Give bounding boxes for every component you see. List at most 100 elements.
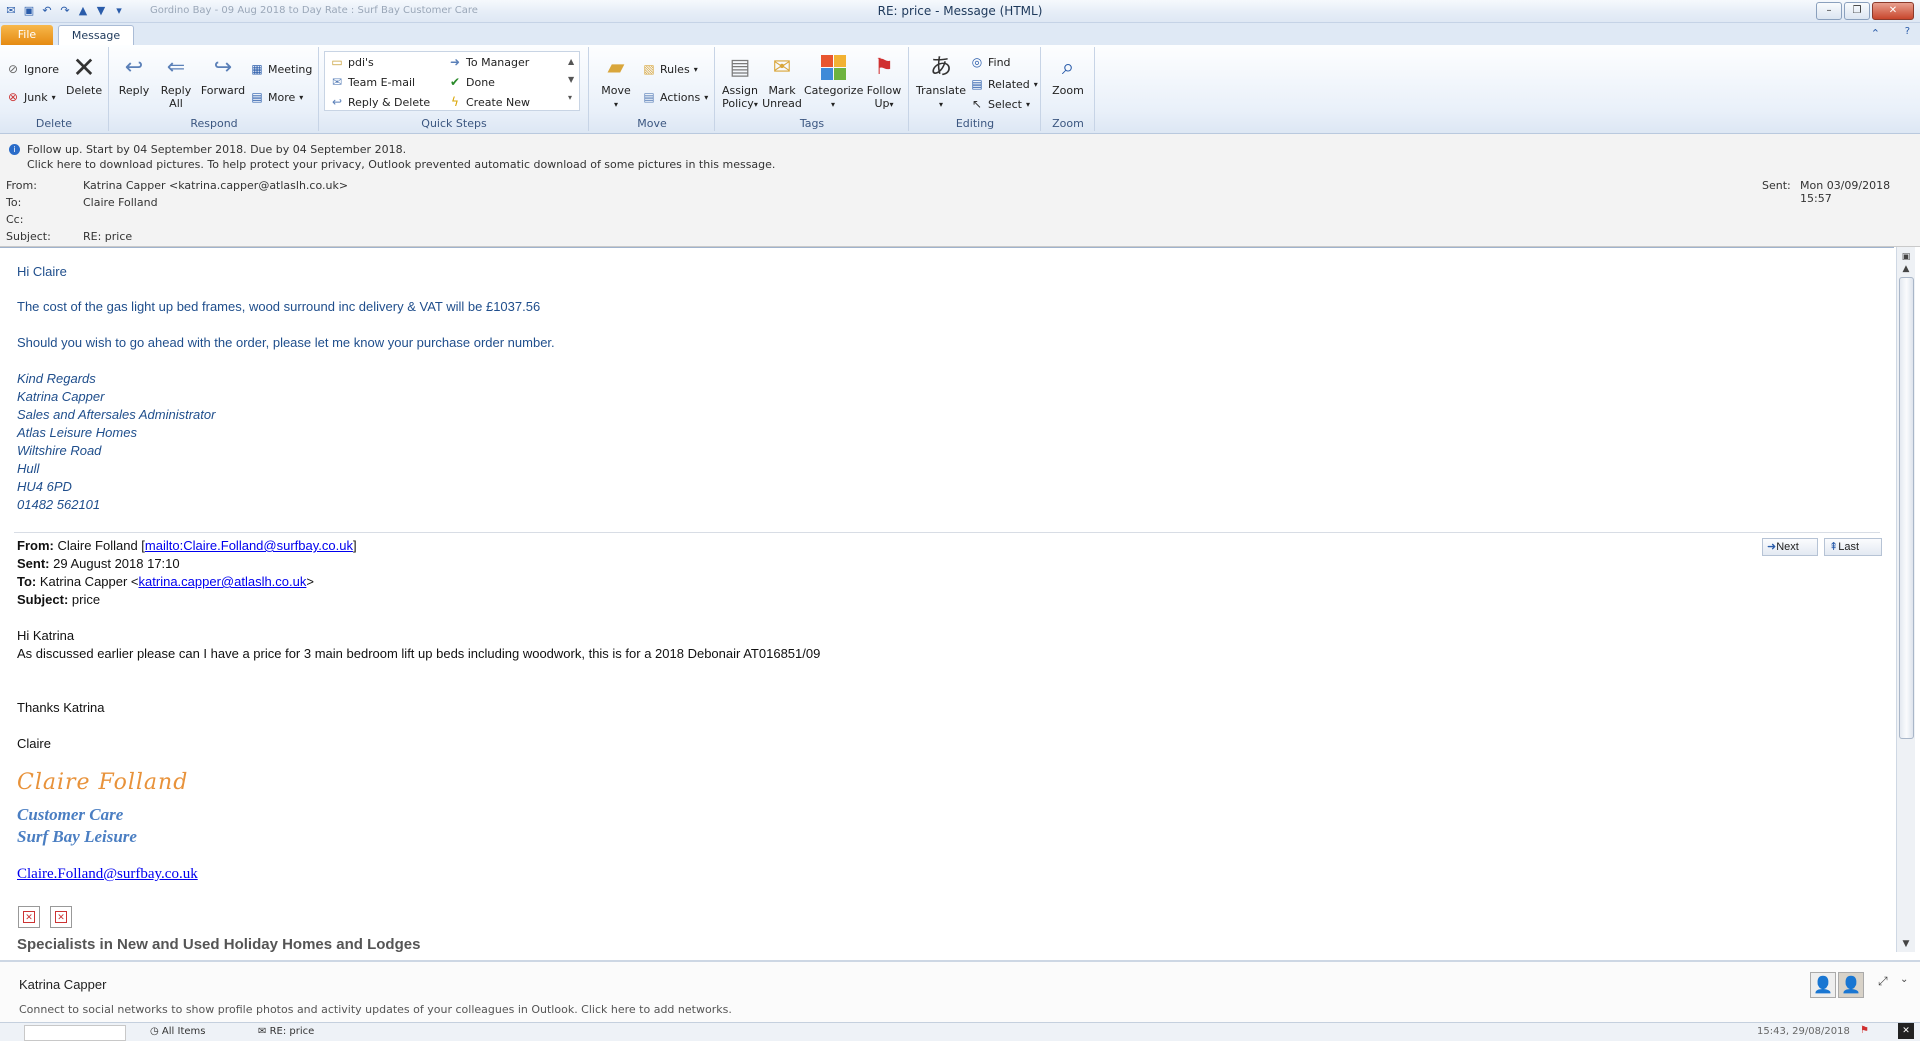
cursor-icon: ↖ — [971, 97, 983, 111]
group-zoom: ⌕ Zoom Zoom — [1042, 47, 1095, 131]
select-button[interactable]: ↖ Select ▾ — [970, 97, 1030, 111]
mark-unread-button[interactable]: ✉ Mark Unread — [762, 53, 802, 110]
magnifier-icon: ⌕ — [1061, 54, 1075, 80]
quoted-from-link[interactable]: mailto:Claire.Folland@surfbay.co.uk — [145, 538, 353, 553]
find-button[interactable]: ◎ Find — [970, 55, 1011, 69]
delete-button[interactable]: ✕ Delete — [66, 53, 102, 97]
close-pane-icon[interactable]: ✕ — [1898, 1023, 1914, 1039]
info-bar[interactable]: i Follow up. Start by 04 September 2018.… — [0, 134, 1920, 174]
expand-pane-icon[interactable]: ⤢ — [1878, 974, 1888, 989]
forward-icon: ↪ — [213, 54, 233, 80]
ribbon-collapse-icon[interactable]: ⌃ — [1871, 27, 1880, 40]
sent-value: Mon 03/09/2018 15:57 — [1800, 179, 1891, 205]
follow-up-text: Follow up. Start by 04 September 2018. D… — [27, 143, 407, 156]
move-folder-icon: ▰ — [607, 54, 625, 80]
move-button[interactable]: ▰ Move ▾ — [596, 53, 636, 111]
maximize-button[interactable]: ❐ — [1844, 2, 1870, 20]
status-box — [24, 1025, 126, 1041]
forward-button[interactable]: ↪ Forward — [200, 53, 246, 97]
actions-button[interactable]: ▤ Actions ▾ — [642, 90, 708, 104]
group-delete: ⊘ Ignore ⊗ Junk ▾ ✕ Delete Delete — [0, 47, 109, 131]
tab-message[interactable]: Message — [58, 25, 134, 46]
scrollbar-thumb[interactable] — [1899, 277, 1914, 739]
subject-label: Subject: — [6, 230, 51, 243]
quickstep-to-manager[interactable]: ➜ To Manager — [448, 55, 529, 69]
binoculars-icon: ◎ — [971, 55, 983, 69]
signature-line: 01482 562101 — [17, 497, 101, 512]
quickstep-reply-delete[interactable]: ↩ Reply & Delete — [330, 95, 430, 109]
minimize-button[interactable]: – — [1816, 2, 1842, 20]
signature-line: Wiltshire Road — [17, 443, 102, 458]
translate-button[interactable]: あ Translate ▾ — [916, 53, 966, 111]
from-label: From: — [6, 179, 37, 192]
next-button[interactable]: ➜Next — [1762, 538, 1818, 556]
group-label-move: Move — [637, 117, 667, 130]
subject-value: RE: price — [83, 230, 133, 243]
flag-status-icon[interactable]: ⚑ — [1860, 1025, 1869, 1036]
last-arrow-icon: ⇞ — [1829, 541, 1839, 553]
title-bar: ✉ ▣ ↶ ↷ ▲ ▼ ▾ Gordino Bay - 09 Aug 2018 … — [0, 0, 1920, 23]
signature-line: Sales and Aftersales Administrator — [17, 407, 216, 422]
junk-icon: ⊗ — [7, 90, 19, 104]
scroll-up-arrow[interactable]: ▲ — [1897, 261, 1915, 277]
related-button[interactable]: ▤ Related ▾ — [970, 77, 1037, 91]
reply-all-button[interactable]: ⇐ Reply All — [158, 53, 194, 110]
download-pictures-text[interactable]: Click here to download pictures. To help… — [27, 158, 775, 171]
zoom-button[interactable]: ⌕ Zoom — [1048, 53, 1088, 97]
group-label-zoom: Zoom — [1052, 117, 1084, 130]
more-respond-button[interactable]: ▤ More ▾ — [250, 90, 303, 104]
group-label-quick-steps: Quick Steps — [421, 117, 487, 130]
connect-networks-text[interactable]: Connect to social networks to show profi… — [19, 1003, 732, 1016]
contact-photo-icon[interactable]: 👤 — [1810, 972, 1836, 998]
delete-icon: ✕ — [72, 50, 96, 84]
quickstep-create-new[interactable]: ϟ Create New — [448, 95, 530, 109]
tab-file[interactable]: File — [1, 25, 53, 45]
to-value[interactable]: Claire Folland — [83, 196, 158, 209]
quoted-name: Claire — [17, 736, 51, 751]
categorize-button[interactable]: Categorize ▾ — [804, 53, 863, 111]
people-pane-name[interactable]: Katrina Capper — [19, 977, 106, 992]
signature-company: Surf Bay Leisure — [17, 827, 137, 846]
broken-image-icon[interactable]: ✕ — [18, 906, 40, 928]
group-move: ▰ Move ▾ ▧ Rules ▾ ▤ Actions ▾ Move — [590, 47, 715, 131]
quickstep-done[interactable]: ✔ Done — [448, 75, 495, 89]
last-button[interactable]: ⇞Last — [1824, 538, 1882, 556]
item-tab[interactable]: ✉ RE: price — [258, 1026, 314, 1037]
from-value[interactable]: Katrina Capper <katrina.capper@atlaslh.c… — [83, 179, 348, 192]
quickstep-pdis[interactable]: ▭ pdi's — [330, 55, 373, 69]
close-button[interactable]: ✕ — [1872, 2, 1914, 20]
status-bar: ◷ All Items ✉ RE: price 15:43, 29/08/201… — [0, 1022, 1920, 1041]
folder-icon: ▭ — [331, 55, 343, 69]
group-quick-steps: ▭ pdi's ➜ To Manager ✉ Team E-mail ✔ Done ↩ R… — [320, 47, 589, 131]
all-items-tab[interactable]: ◷ All Items — [150, 1026, 205, 1037]
scroll-down-arrow[interactable]: ▼ — [1897, 936, 1915, 952]
to-label: To: — [6, 196, 22, 209]
chevron-down-icon[interactable]: ⌄ — [1900, 974, 1908, 985]
assign-policy-button[interactable]: ▤ Assign Policy▾ — [720, 53, 760, 111]
signature-email-link[interactable]: Claire.Folland@surfbay.co.uk — [17, 866, 198, 882]
checkmark-icon: ✔ — [449, 75, 461, 89]
reply-icon: ↩ — [124, 54, 144, 80]
follow-up-button[interactable]: ⚑ Follow Up▾ — [864, 53, 904, 111]
group-label-editing: Editing — [955, 117, 995, 130]
junk-button[interactable]: ⊗ Junk ▾ — [6, 90, 56, 104]
quickstep-team-email[interactable]: ✉ Team E-mail — [330, 75, 415, 89]
quick-steps-scroll[interactable]: ▲ ▼ ▾ — [568, 53, 578, 107]
help-icon[interactable]: ? — [1905, 26, 1910, 37]
reply-button[interactable]: ↩ Reply — [116, 53, 152, 97]
broken-image-icon[interactable]: ✕ — [50, 906, 72, 928]
reply-delete-icon: ↩ — [331, 95, 343, 109]
meeting-button[interactable]: ▦ Meeting — [250, 62, 312, 76]
more-icon: ▤ — [251, 90, 263, 104]
rules-button[interactable]: ▧ Rules ▾ — [642, 62, 697, 76]
quoted-to-link[interactable]: katrina.capper@atlaslh.co.uk — [139, 574, 307, 589]
avatar[interactable]: 👤 — [1838, 972, 1864, 998]
message-body[interactable]: Hi Claire The cost of the gas light up b… — [0, 247, 1894, 953]
team-email-icon: ✉ — [331, 75, 343, 89]
message-headers: From: Katrina Capper <katrina.capper@atl… — [0, 174, 1920, 247]
ignore-button[interactable]: ⊘ Ignore — [6, 62, 59, 76]
vertical-scrollbar[interactable]: ▣ ▲ ▼ — [1896, 247, 1915, 952]
categorize-icon — [819, 53, 847, 81]
signature-line: HU4 6PD — [17, 479, 72, 494]
actions-icon: ▤ — [643, 90, 655, 104]
